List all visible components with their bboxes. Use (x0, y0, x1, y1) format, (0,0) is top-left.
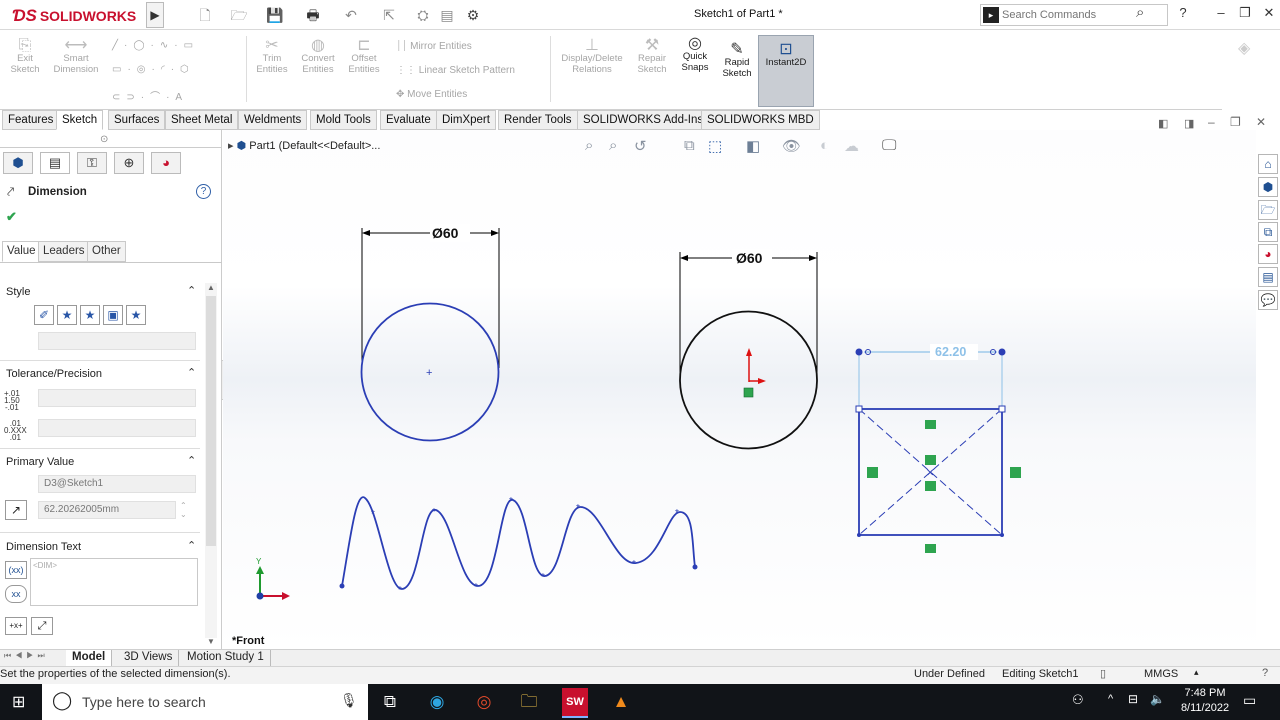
custom-properties-icon[interactable]: ▤ (1258, 267, 1278, 287)
left-diameter-label[interactable]: Ø60 (432, 225, 458, 241)
volume-icon[interactable]: 🔈 (1150, 692, 1165, 706)
forum-icon[interactable]: 💬 (1258, 290, 1278, 310)
svg-text:*: * (474, 582, 478, 593)
taskbar-search-placeholder: Type here to search (82, 694, 206, 710)
people-icon[interactable]: ⚇ (1072, 692, 1084, 708)
midpoint-relation-icon[interactable] (925, 455, 936, 465)
svg-text:*: * (432, 507, 436, 518)
edge-browser-icon[interactable]: ◉ (424, 690, 450, 714)
file-explorer-taskbar-icon[interactable]: 🗀 (516, 690, 542, 714)
svg-text:✕: ✕ (926, 468, 934, 479)
file-explorer-icon[interactable]: 🗁 (1258, 200, 1278, 220)
triad-y-label: Y (256, 557, 262, 566)
tab-3d-views[interactable]: 3D Views (118, 650, 180, 666)
tab-motion-study-1[interactable]: Motion Study 1 (181, 650, 271, 666)
horizontal-relation-icon[interactable] (925, 544, 936, 553)
svg-text:*: * (371, 509, 375, 520)
spline-curve[interactable] (341, 496, 696, 590)
vertical-relation-icon[interactable] (1010, 467, 1021, 478)
view-orientation-label: *Front (232, 635, 265, 647)
svg-text:*: * (398, 585, 402, 596)
clock-time: 7:48 PM (1184, 687, 1226, 699)
tab-scroll-arrows[interactable]: ⏮◀▶⏭ (4, 651, 49, 661)
vlc-icon[interactable]: ▲ (608, 690, 634, 714)
network-icon[interactable]: ⊟ (1128, 692, 1138, 706)
svg-text:*: * (541, 572, 545, 583)
coincident-relation-icon[interactable] (743, 387, 754, 398)
clock-date: 8/11/2022 (1180, 702, 1230, 714)
rebuild-status-icon[interactable]: ▯ (1100, 667, 1106, 680)
cortana-circle-icon: ◯ (52, 690, 73, 710)
taskbar-clock[interactable]: 7:48 PM 8/11/2022 (1170, 686, 1240, 716)
svg-text:*: * (509, 496, 513, 507)
screen-recorder-icon[interactable]: ◎ (471, 690, 497, 714)
left-circle-center: + (426, 367, 432, 379)
rect-width-label[interactable]: 62.20 (935, 345, 966, 359)
coincident-relation-icon[interactable] (925, 481, 936, 491)
home-icon[interactable]: ⌂ (1258, 154, 1278, 174)
svg-text:*: * (576, 503, 580, 514)
left-circle-dimension[interactable] (361, 224, 500, 368)
microphone-icon[interactable]: 🎙 (340, 692, 358, 709)
sketch-canvas[interactable]: + ✕ * * * * * * * * * (0, 0, 1280, 720)
notification-icon[interactable]: ▭ (1243, 692, 1256, 709)
rect-corner-handle[interactable] (855, 405, 863, 413)
tab-model[interactable]: Model (66, 650, 113, 666)
appearances-icon[interactable]: ◕ (1258, 244, 1278, 264)
resources-icon[interactable]: ⬢ (1258, 177, 1278, 197)
design-library-icon[interactable]: ⧉ (1258, 222, 1278, 242)
windows-start-icon[interactable]: ⊞ (12, 692, 25, 712)
right-diameter-label[interactable]: Ø60 (736, 250, 762, 266)
customize-status-icon[interactable]: ? (1262, 667, 1268, 679)
rectangle-dimension[interactable] (855, 344, 1006, 408)
unit-system[interactable]: MMGS (1144, 668, 1178, 680)
editing-status: Editing Sketch1 (1002, 668, 1079, 680)
task-view-icon[interactable]: ⧉ (377, 690, 403, 714)
svg-text:*: * (675, 508, 679, 519)
solidworks-taskbar-icon[interactable]: SW (562, 688, 588, 718)
svg-text:*: * (632, 559, 636, 570)
tray-expand-icon[interactable]: ^ (1108, 693, 1113, 705)
unit-dropdown-icon[interactable]: ▴ (1194, 667, 1199, 678)
sketch-state: Under Defined (914, 668, 985, 680)
status-message: Set the properties of the selected dimen… (0, 668, 231, 680)
rect-corner-handle[interactable] (998, 405, 1006, 413)
horizontal-relation-icon[interactable] (925, 420, 936, 429)
vertical-relation-icon[interactable] (867, 467, 878, 478)
